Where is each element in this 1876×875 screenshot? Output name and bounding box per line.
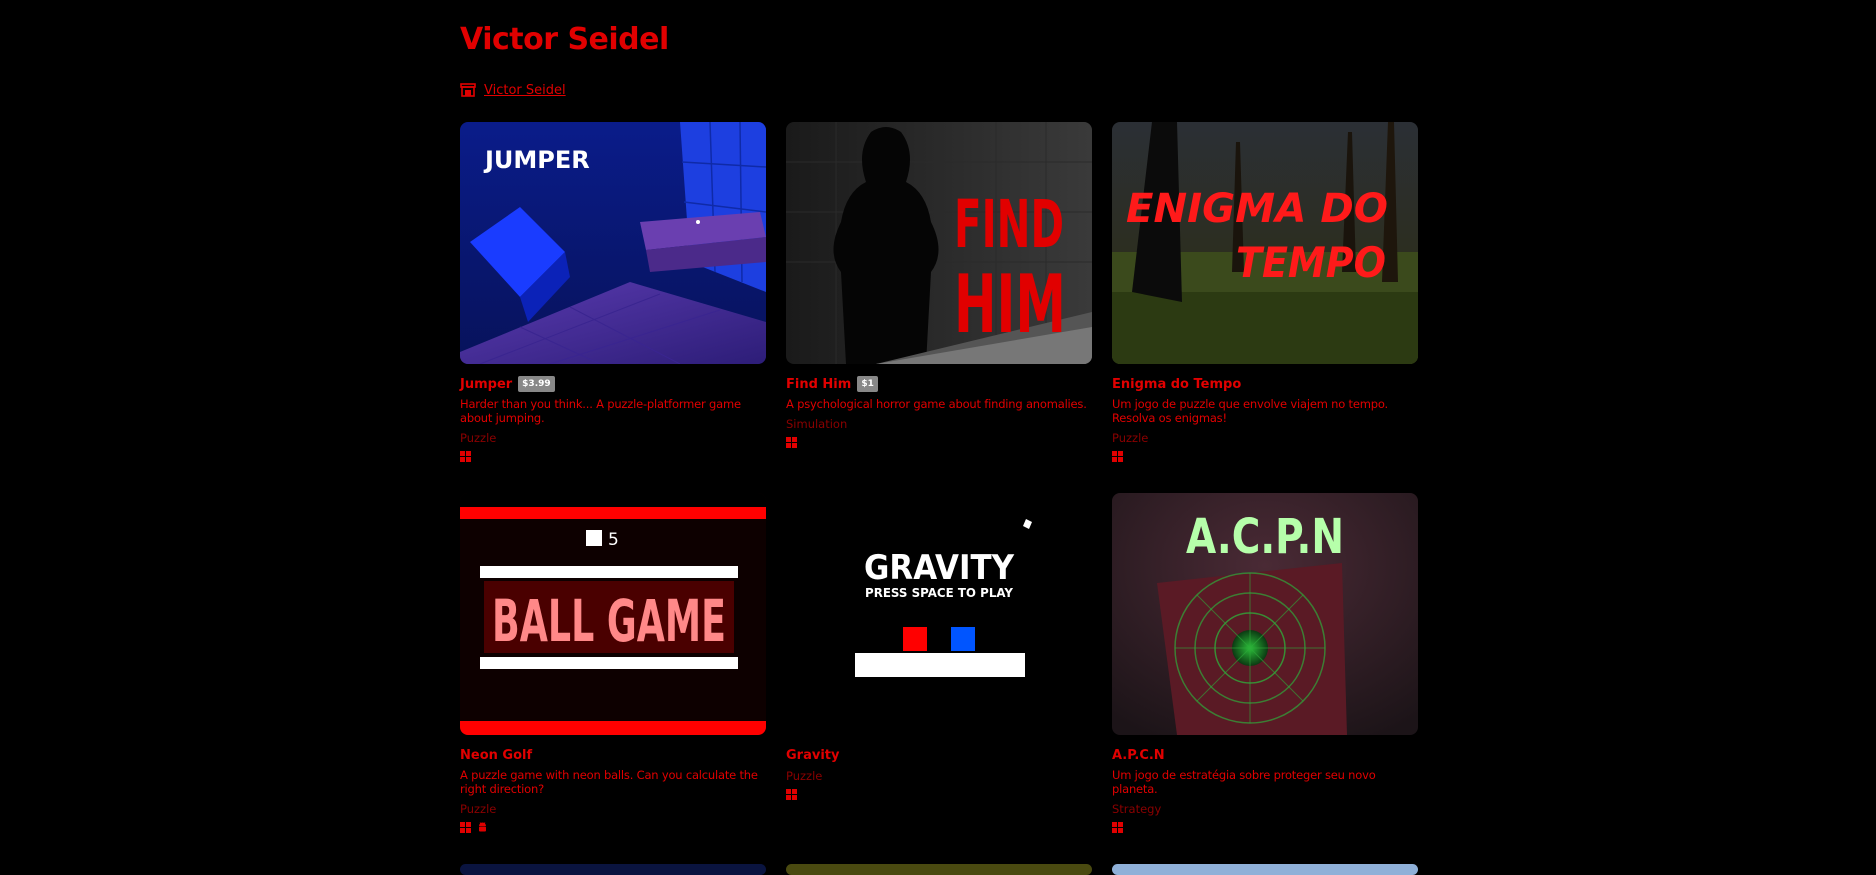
game-cell: JUMPER Jumper $3.99 Harder than you thin…: [460, 122, 766, 462]
page-title: Victor Seidel: [460, 22, 669, 57]
game-description: Harder than you think... A puzzle-platfo…: [460, 397, 741, 425]
game-genre: Puzzle: [460, 802, 497, 816]
game-thumbnail[interactable]: [786, 864, 1092, 875]
price-badge: $3.99: [518, 376, 555, 392]
enigma-logo-line1: ENIGMA DO: [1126, 186, 1388, 232]
neon-golf-logo-text: BALL GAME: [492, 587, 726, 655]
creator-link[interactable]: Victor Seidel: [484, 83, 566, 98]
game-description: Um jogo de puzzle que envolve viajem no …: [1112, 397, 1388, 425]
find-him-thumbnail-image: FIND HIM: [786, 122, 1092, 364]
store-icon: [460, 83, 476, 97]
windows-icon: [1112, 822, 1123, 833]
game-thumbnail[interactable]: [1112, 864, 1418, 875]
gravity-logo-text: GRAVITY: [864, 548, 1014, 588]
creator-row: Victor Seidel: [460, 81, 566, 99]
game-title-link[interactable]: Neon Golf: [460, 748, 532, 763]
windows-icon: [1112, 451, 1123, 462]
enigma-logo-line2: TEMPO: [1236, 238, 1386, 287]
platform-icons: [460, 822, 766, 833]
game-cell-partial: [786, 864, 1092, 875]
price-badge: $1: [857, 376, 878, 392]
game-cell: 5 BALL GAME Neon Golf A puzzle game with…: [460, 493, 766, 833]
platform-icons: [460, 451, 766, 462]
game-genre: Puzzle: [1112, 431, 1149, 445]
windows-icon: [460, 822, 471, 833]
game-cell: GRAVITY PRESS SPACE TO PLAY Gravity Puzz…: [786, 493, 1092, 800]
find-him-logo-line2: HIM: [954, 258, 1066, 351]
android-icon: [479, 822, 486, 832]
game-genre: Strategy: [1112, 802, 1162, 816]
game-genre: Puzzle: [786, 769, 823, 783]
game-description: A puzzle game with neon balls. Can you c…: [460, 768, 758, 796]
game-description: Um jogo de estratégia sobre proteger seu…: [1112, 768, 1376, 796]
neon-golf-score-text: 5: [608, 530, 619, 550]
game-thumbnail[interactable]: FIND HIM: [786, 122, 1092, 364]
game-cell-partial: [1112, 864, 1418, 875]
game-thumbnail[interactable]: ENIGMA DO TEMPO: [1112, 122, 1418, 364]
jumper-thumbnail-image: JUMPER: [460, 122, 766, 364]
game-title-row: Jumper $3.99: [460, 376, 766, 392]
game-description: A psychological horror game about findin…: [786, 397, 1087, 411]
platform-icons: [1112, 451, 1418, 462]
game-cell: A.C.P.N A.P.C.N Um jogo de estratégia so…: [1112, 493, 1418, 833]
game-thumbnail[interactable]: A.C.P.N: [1112, 493, 1418, 735]
game-cell-partial: [460, 864, 766, 875]
gravity-thumbnail-image: GRAVITY PRESS SPACE TO PLAY: [786, 493, 1092, 735]
platform-icons: [786, 437, 1092, 448]
game-title-row: Enigma do Tempo: [1112, 376, 1418, 392]
game-title-row: Gravity: [786, 747, 1092, 763]
apcn-logo-text: A.C.P.N: [1186, 509, 1344, 565]
gravity-press-space-text: PRESS SPACE TO PLAY: [865, 586, 1013, 600]
windows-icon: [460, 451, 471, 462]
game-title-link[interactable]: Enigma do Tempo: [1112, 377, 1241, 392]
game-thumbnail[interactable]: 5 BALL GAME: [460, 493, 766, 735]
game-title-link[interactable]: A.P.C.N: [1112, 748, 1165, 763]
game-title-row: Neon Golf: [460, 747, 766, 763]
game-title-row: A.P.C.N: [1112, 747, 1418, 763]
game-title-row: Find Him $1: [786, 376, 1092, 392]
game-thumbnail[interactable]: GRAVITY PRESS SPACE TO PLAY: [786, 493, 1092, 735]
game-title-link[interactable]: Find Him: [786, 377, 851, 392]
neon-golf-thumbnail-image: 5 BALL GAME: [460, 493, 766, 735]
game-cell: ENIGMA DO TEMPO Enigma do Tempo Um jogo …: [1112, 122, 1418, 462]
game-title-link[interactable]: Gravity: [786, 748, 839, 763]
game-title-link[interactable]: Jumper: [460, 377, 512, 392]
windows-icon: [786, 789, 797, 800]
platform-icons: [1112, 822, 1418, 833]
windows-icon: [786, 437, 797, 448]
game-cell: FIND HIM Find Him $1 A psychological hor…: [786, 122, 1092, 448]
game-thumbnail[interactable]: [460, 864, 766, 875]
apcn-thumbnail-image: A.C.P.N: [1112, 493, 1418, 735]
jumper-logo-text: JUMPER: [483, 146, 590, 174]
game-thumbnail[interactable]: JUMPER: [460, 122, 766, 364]
enigma-thumbnail-image: ENIGMA DO TEMPO: [1112, 122, 1418, 364]
find-him-logo-line1: FIND: [954, 186, 1064, 263]
game-genre: Simulation: [786, 417, 848, 431]
game-genre: Puzzle: [460, 431, 497, 445]
platform-icons: [786, 789, 1092, 800]
